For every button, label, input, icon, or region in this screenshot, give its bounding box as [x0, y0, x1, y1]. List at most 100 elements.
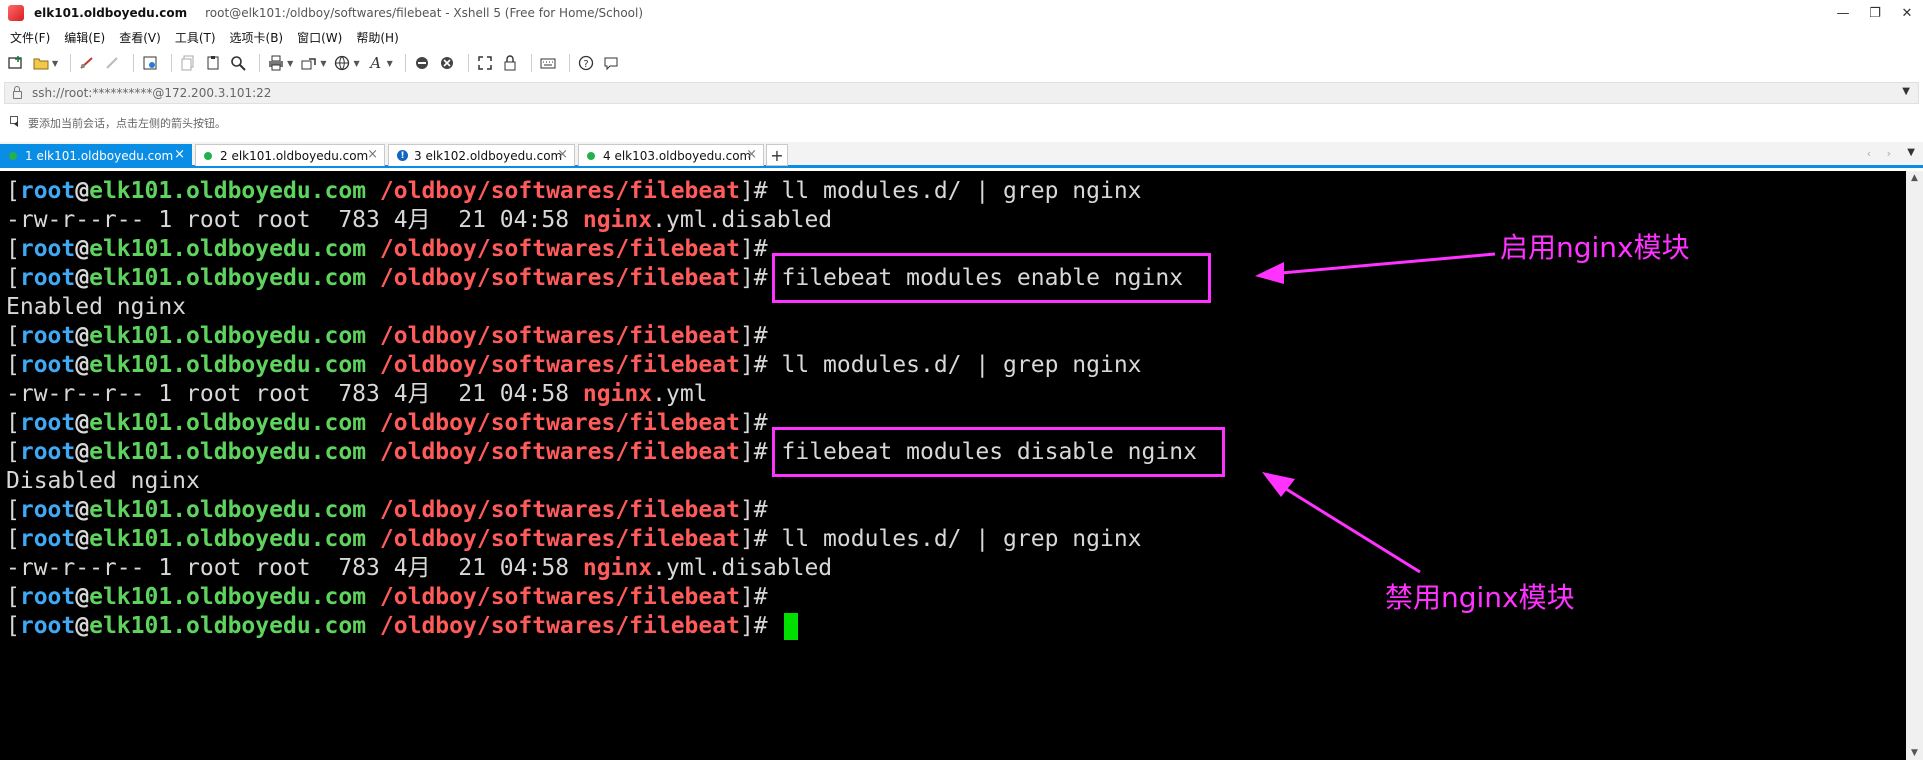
prompt-bracket: [: [6, 584, 20, 610]
prompt-bracket: [: [6, 497, 20, 523]
tab-session-2[interactable]: 2 elk101.oldboyedu.com ×: [195, 144, 385, 166]
lock-icon[interactable]: [500, 53, 520, 73]
window-subtitle: root@elk101:/oldboy/softwares/filebeat -…: [205, 6, 644, 20]
disconnect-icon[interactable]: [102, 53, 122, 73]
prompt-at: @: [75, 497, 90, 523]
warning-status-icon: !: [397, 150, 408, 161]
add-tab-button[interactable]: +: [766, 144, 788, 166]
ls-entry-suffix: .yml.disabled: [652, 207, 833, 233]
tab-label: 1 elk101.oldboyedu.com: [25, 148, 174, 163]
prompt-path: /oldboy/softwares/filebeat: [379, 439, 740, 465]
tab-session-1[interactable]: 1 elk101.oldboyedu.com ×: [0, 144, 192, 166]
close-tab-icon[interactable]: ×: [174, 147, 185, 162]
chevron-down-icon[interactable]: ▼: [1902, 86, 1910, 97]
reconnect-icon[interactable]: [77, 53, 97, 73]
prompt-user: root: [19, 265, 76, 291]
new-session-icon[interactable]: [6, 53, 26, 73]
close-window-button[interactable]: ✕: [1891, 0, 1923, 26]
font-dropdown-icon[interactable]: ▼: [387, 59, 393, 68]
restore-button[interactable]: ❐: [1859, 0, 1891, 26]
toolbar-divider: [171, 54, 173, 72]
prompt-host: elk101.oldboyedu.com: [89, 439, 367, 465]
tab-scroll-arrows-icon[interactable]: ‹ ›: [1867, 147, 1897, 160]
keyboard-icon[interactable]: [538, 53, 558, 73]
menu-help[interactable]: 帮助(H): [356, 29, 398, 46]
toolbar-divider: [133, 54, 135, 72]
tab-bar: 1 elk101.oldboyedu.com × 2 elk101.oldboy…: [0, 142, 1923, 168]
close-tab-icon[interactable]: ×: [367, 147, 378, 162]
address-bar[interactable]: ssh://root:**********@172.200.3.101:22 ▼: [4, 82, 1919, 104]
terminal-line: [root@elk101.oldboyedu.com /oldboy/softw…: [6, 351, 1906, 380]
menu-edit[interactable]: 编辑(E): [64, 29, 105, 46]
tab-label: 2 elk101.oldboyedu.com: [220, 148, 369, 163]
menu-file[interactable]: 文件(F): [10, 29, 50, 46]
menu-tab[interactable]: 选项卡(B): [230, 29, 284, 46]
copy-icon[interactable]: [178, 53, 198, 73]
prompt-user: root: [19, 352, 76, 378]
print-dropdown-icon[interactable]: ▼: [287, 59, 293, 68]
menu-bar: 文件(F) 编辑(E) 查看(V) 工具(T) 选项卡(B) 窗口(W) 帮助(…: [0, 26, 1923, 48]
transfer-icon[interactable]: [299, 53, 319, 73]
xftp-icon[interactable]: [412, 53, 432, 73]
prompt-user: root: [19, 584, 76, 610]
transfer-dropdown-icon[interactable]: ▼: [320, 59, 326, 68]
open-folder-icon[interactable]: [31, 53, 51, 73]
annotation-enable-label: 启用nginx模块: [1500, 231, 1690, 264]
help-icon[interactable]: ?: [576, 53, 596, 73]
add-session-arrow-icon[interactable]: [10, 115, 22, 131]
title-bar: elk101.oldboyedu.com root@elk101:/oldboy…: [0, 0, 1923, 26]
prompt-path: /oldboy/softwares/filebeat: [379, 352, 740, 378]
tab-list-dropdown-icon[interactable]: ▼: [1907, 147, 1915, 158]
prompt-user: root: [19, 236, 76, 262]
menu-window[interactable]: 窗口(W): [297, 29, 342, 46]
toolbar-divider: [70, 54, 72, 72]
close-tab-icon[interactable]: ×: [557, 147, 568, 162]
print-icon[interactable]: [266, 53, 286, 73]
prompt-bracket: [: [6, 265, 20, 291]
prompt-symbol: ]#: [739, 497, 768, 523]
scroll-down-arrow-icon[interactable]: ▼: [1906, 748, 1923, 758]
prompt-symbol: ]#: [739, 236, 768, 262]
terminal-line: [root@elk101.oldboyedu.com /oldboy/softw…: [6, 612, 1906, 641]
close-tab-icon[interactable]: ×: [746, 147, 757, 162]
vertical-scrollbar[interactable]: ▲ ▼: [1906, 171, 1923, 760]
tab-session-3[interactable]: ! 3 elk102.oldboyedu.com ×: [388, 144, 575, 166]
prompt-at: @: [75, 410, 90, 436]
command-text: [768, 613, 782, 639]
prompt-path: /oldboy/softwares/filebeat: [379, 584, 740, 610]
command-text: ll modules.d/ | grep nginx: [767, 352, 1142, 378]
ls-entry: -rw-r--r-- 1 root root 783 4月 21 04:58: [6, 381, 583, 407]
prompt-host: elk101.oldboyedu.com: [89, 323, 367, 349]
prompt-path: /oldboy/softwares/filebeat: [379, 410, 740, 436]
minimize-button[interactable]: —: [1827, 0, 1859, 26]
annotation-disable-label: 禁用nginx模块: [1385, 581, 1575, 614]
prompt-host: elk101.oldboyedu.com: [89, 497, 367, 523]
toolbar-divider: [530, 54, 532, 72]
prompt-at: @: [75, 439, 90, 465]
tab-session-4[interactable]: 4 elk103.oldboyedu.com ×: [578, 144, 764, 166]
menu-view[interactable]: 查看(V): [119, 29, 161, 46]
paste-icon[interactable]: [203, 53, 223, 73]
scroll-up-arrow-icon[interactable]: ▲: [1906, 173, 1923, 183]
svg-text:?: ?: [583, 59, 588, 70]
xshell-app-icon[interactable]: [8, 5, 24, 21]
font-icon[interactable]: A: [366, 53, 386, 73]
toolbar-divider: [404, 54, 406, 72]
properties-icon[interactable]: [140, 53, 160, 73]
menu-tools[interactable]: 工具(T): [175, 29, 216, 46]
terminal-line: [root@elk101.oldboyedu.com /oldboy/softw…: [6, 525, 1906, 554]
prompt-host: elk101.oldboyedu.com: [89, 236, 367, 262]
open-dropdown-icon[interactable]: ▼: [52, 59, 58, 68]
globe-dropdown-icon[interactable]: ▼: [353, 59, 359, 68]
prompt-host: elk101.oldboyedu.com: [89, 613, 367, 639]
fullscreen-icon[interactable]: [475, 53, 495, 73]
chat-icon[interactable]: [601, 53, 621, 73]
prompt-bracket: [: [6, 613, 20, 639]
find-icon[interactable]: [228, 53, 248, 73]
prompt-at: @: [75, 613, 90, 639]
ls-entry-suffix: .yml: [652, 381, 708, 407]
globe-icon[interactable]: [332, 53, 352, 73]
prompt-at: @: [75, 265, 90, 291]
xmanager-icon[interactable]: [437, 53, 457, 73]
prompt-symbol: ]#: [739, 265, 768, 291]
